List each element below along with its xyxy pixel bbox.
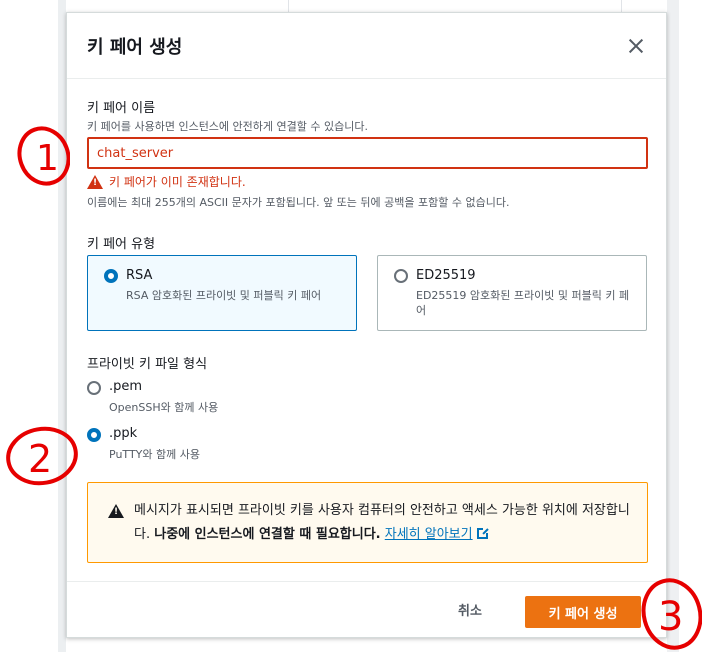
key-type-option-rsa[interactable]: RSA RSA 암호화된 프라이빗 및 퍼블릭 키 페어 bbox=[87, 255, 357, 331]
error-warning-icon: ! bbox=[87, 174, 103, 189]
error-text: 키 페어가 이미 존재합니다. bbox=[109, 175, 246, 189]
rsa-radio[interactable] bbox=[104, 269, 118, 283]
learn-more-link[interactable]: 자세히 알아보기 bbox=[385, 527, 473, 542]
background-scroll-edge bbox=[667, 0, 679, 652]
ed25519-description: ED25519 암호화된 프라이빗 및 퍼블릭 키 페어 bbox=[416, 289, 630, 317]
alert-text: 메시지가 표시되면 프라이빗 키를 사용자 컴퓨터의 안전하고 액세스 가능한 … bbox=[134, 499, 634, 547]
key-name-input[interactable] bbox=[87, 137, 648, 169]
external-link-icon bbox=[476, 527, 489, 539]
key-name-label: 키 페어 이름 bbox=[87, 101, 156, 116]
key-name-description: 키 페어를 사용하면 인스턴스에 안전하게 연결할 수 있습니다. bbox=[87, 120, 368, 133]
alert-text-bold: 나중에 인스턴스에 연결할 때 필요합니다. bbox=[154, 527, 381, 542]
ppk-radio[interactable] bbox=[87, 428, 101, 442]
create-key-pair-button[interactable]: 키 페어 생성 bbox=[525, 596, 641, 628]
modal-header: 키 페어 생성 bbox=[67, 13, 666, 79]
rsa-description: RSA 암호화된 프라이빗 및 퍼블릭 키 페어 bbox=[126, 289, 322, 302]
key-type-label: 키 페어 유형 bbox=[87, 237, 156, 252]
key-type-option-ed25519[interactable]: ED25519 ED25519 암호화된 프라이빗 및 퍼블릭 키 페어 bbox=[377, 255, 647, 331]
error-message: ! 키 페어가 이미 존재합니다. bbox=[87, 173, 246, 190]
pem-description: OpenSSH와 함께 사용 bbox=[109, 401, 219, 414]
ed25519-radio[interactable] bbox=[394, 269, 408, 283]
warning-icon: ! bbox=[108, 504, 124, 518]
key-name-constraint: 이름에는 최대 255개의 ASCII 문자가 포함됩니다. 앞 또는 뒤에 공… bbox=[87, 196, 510, 209]
ppk-title[interactable]: .ppk bbox=[109, 426, 137, 441]
create-key-pair-modal: 키 페어 생성 키 페어 이름 키 페어를 사용하면 인스턴스에 안전하게 연결… bbox=[66, 12, 667, 638]
rsa-title: RSA bbox=[126, 268, 153, 283]
private-key-alert: ! 메시지가 표시되면 프라이빗 키를 사용자 컴퓨터의 안전하고 액세스 가능… bbox=[87, 482, 648, 563]
ed25519-title: ED25519 bbox=[416, 268, 476, 283]
modal-footer: 취소 키 페어 생성 bbox=[67, 581, 666, 639]
cancel-button[interactable]: 취소 bbox=[458, 600, 482, 619]
file-format-label: 프라이빗 키 파일 형식 bbox=[87, 357, 208, 372]
pem-title[interactable]: .pem bbox=[109, 379, 142, 394]
ppk-description: PuTTY와 함께 사용 bbox=[109, 448, 200, 461]
close-icon[interactable] bbox=[628, 38, 644, 54]
background-sidebar-edge bbox=[58, 0, 66, 652]
modal-title: 키 페어 생성 bbox=[87, 37, 183, 58]
pem-radio[interactable] bbox=[87, 381, 101, 395]
